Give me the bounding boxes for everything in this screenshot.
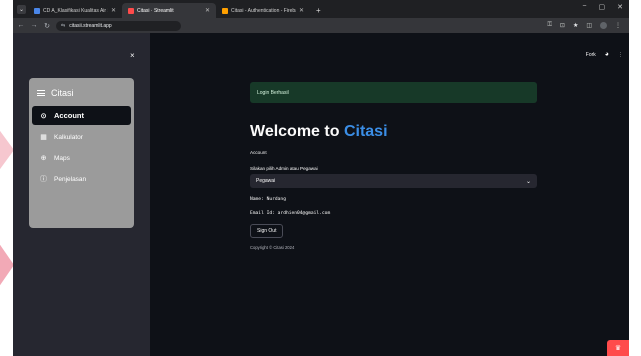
browser-tab-active[interactable]: Citasi · Streamlit ✕ xyxy=(122,3,216,18)
page-title: Welcome to Citasi xyxy=(250,123,537,141)
tab-close-icon[interactable]: ✕ xyxy=(299,7,304,14)
screenshot: ⌄ CD A_Klasifikasi Kualitas Air Su.. ✕ C… xyxy=(0,0,641,356)
forward-icon[interactable]: → xyxy=(30,22,38,29)
status-select-value: Pegawai xyxy=(256,178,276,184)
sidebar-item-maps[interactable]: ⊕ Maps xyxy=(29,149,134,167)
option-menu-title: Citasi xyxy=(51,88,74,98)
user-name-text: Name: Nurdang xyxy=(250,197,286,202)
close-window-icon[interactable]: ✕ xyxy=(617,3,623,11)
sidebar-close-icon[interactable]: × xyxy=(130,51,135,60)
tab-strip: ⌄ CD A_Klasifikasi Kualitas Air Su.. ✕ C… xyxy=(13,0,629,18)
github-icon[interactable]: ◕ xyxy=(605,51,609,58)
status-select[interactable]: Pegawai ⌄ xyxy=(250,174,537,188)
reload-icon[interactable]: ↻ xyxy=(43,22,51,30)
tab-favicon-icon xyxy=(222,7,228,14)
browser-toolbar: ← → ↻ ⇆ citasii.streamlit.app ⚿ ⊡ ★ ◫ ⋮ xyxy=(13,18,629,33)
tab-search-icon[interactable]: ⌄ xyxy=(17,4,26,14)
sidebar-item-label: Maps xyxy=(54,154,70,162)
globe-icon: ⊕ xyxy=(40,155,47,162)
success-alert: Login Berhasil xyxy=(250,82,537,103)
option-menu: Citasi ⊙ Account ▦ Kalkulator ⊕ Maps ⓘ P… xyxy=(29,78,134,228)
content-block: Login Berhasil Welcome to Citasi Account… xyxy=(250,82,537,250)
address-bar[interactable]: ⇆ citasii.streamlit.app xyxy=(56,20,181,31)
option-menu-items: ⊙ Account ▦ Kalkulator ⊕ Maps ⓘ Penjelas… xyxy=(29,102,134,188)
account-circle-icon: ⊙ xyxy=(40,112,47,120)
password-key-icon[interactable]: ⚿ xyxy=(547,22,552,29)
decorative-triangle xyxy=(0,210,14,320)
browser-tab[interactable]: CD A_Klasifikasi Kualitas Air Su.. ✕ xyxy=(28,3,122,18)
copyright-text: Copyright © Citasi 2024 xyxy=(250,245,295,250)
info-icon: ⓘ xyxy=(40,176,47,183)
app-header-actions: Fork ◕ ⋮ xyxy=(586,51,623,58)
url-text: citasii.streamlit.app xyxy=(69,22,112,29)
user-email-text: Email Id: ardhien04@gmail.com xyxy=(250,211,331,216)
tab-title: Citasi · Streamlit xyxy=(137,7,174,14)
app-menu-icon[interactable]: ⋮ xyxy=(618,52,623,58)
bookmark-star-icon[interactable]: ★ xyxy=(573,22,578,29)
sidebar-item-label: Penjelasan xyxy=(54,175,87,183)
tab-favicon-icon xyxy=(34,7,40,14)
option-menu-header: Citasi xyxy=(29,84,134,102)
site-info-icon[interactable]: ⇆ xyxy=(61,23,65,29)
tab-close-icon[interactable]: ✕ xyxy=(205,7,210,14)
tab-title: Citasi - Authentication - Fireba xyxy=(231,7,296,14)
tab-close-icon[interactable]: ✕ xyxy=(111,7,116,14)
extensions-icon[interactable]: ◫ xyxy=(586,22,592,29)
sidebar-item-label: Kalkulator xyxy=(54,133,83,141)
restore-icon[interactable]: ▢ xyxy=(599,3,606,11)
streamlit-crown-icon[interactable]: ♛ xyxy=(607,340,629,356)
minimize-icon[interactable]: − xyxy=(582,3,586,11)
section-heading: Account xyxy=(250,150,267,155)
sidebar-item-penjelasan[interactable]: ⓘ Penjelasan xyxy=(29,170,134,188)
tab-title: CD A_Klasifikasi Kualitas Air Su.. xyxy=(43,7,108,14)
hamburger-icon xyxy=(37,90,45,96)
sidebar-item-account[interactable]: ⊙ Account xyxy=(32,106,131,125)
page-viewport: × Citasi ⊙ Account ▦ Kalkulator ⊕ Maps ⓘ… xyxy=(13,33,629,356)
sidebar-item-kalkulator[interactable]: ▦ Kalkulator xyxy=(29,128,134,146)
sign-out-button[interactable]: Sign Out xyxy=(250,224,284,238)
window-controls: − ▢ ✕ xyxy=(582,3,623,11)
install-app-icon[interactable]: ⊡ xyxy=(560,22,565,29)
main-content: Fork ◕ ⋮ Login Berhasil Welcome to Citas… xyxy=(150,33,629,356)
toolbar-actions: ⚿ ⊡ ★ ◫ ⋮ xyxy=(547,22,625,29)
decorative-triangle xyxy=(0,90,14,210)
title-prefix: Welcome to xyxy=(250,123,344,140)
sidebar: × Citasi ⊙ Account ▦ Kalkulator ⊕ Maps ⓘ… xyxy=(13,33,150,356)
browser-menu-icon[interactable]: ⋮ xyxy=(615,22,621,29)
back-icon[interactable]: ← xyxy=(17,22,25,29)
sidebar-item-label: Account xyxy=(54,111,84,120)
new-tab-button[interactable]: + xyxy=(310,3,327,18)
status-select-label: Silakan pilih Admin atau Pegawai xyxy=(250,166,318,171)
tab-favicon-icon xyxy=(128,7,134,14)
browser-tab[interactable]: Citasi - Authentication - Fireba ✕ xyxy=(216,3,310,18)
title-brand: Citasi xyxy=(343,123,388,140)
browser-window: ⌄ CD A_Klasifikasi Kualitas Air Su.. ✕ C… xyxy=(13,0,629,356)
fork-button[interactable]: Fork xyxy=(586,52,596,58)
profile-avatar[interactable] xyxy=(600,22,607,29)
chevron-down-icon: ⌄ xyxy=(525,178,531,185)
calculator-icon: ▦ xyxy=(40,134,47,141)
